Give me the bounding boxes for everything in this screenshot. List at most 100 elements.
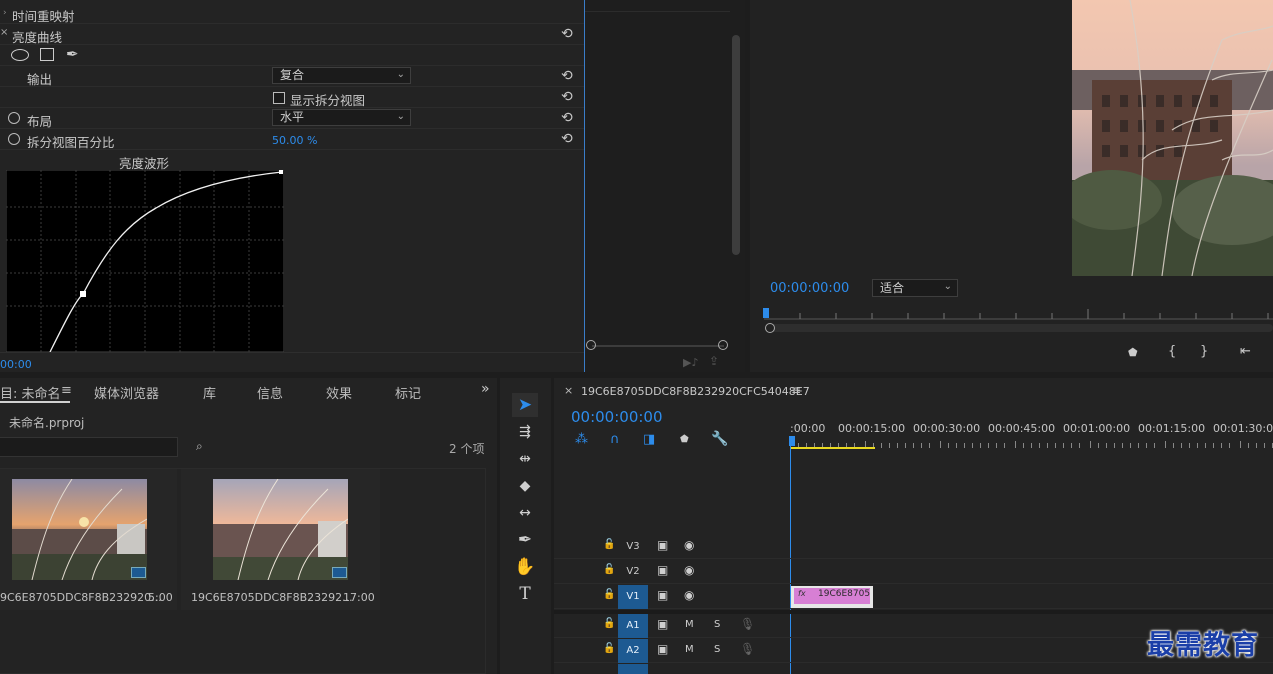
- ec-timeline-area[interactable]: ▶♪ ⇪: [584, 0, 745, 372]
- stopwatch-icon[interactable]: [8, 112, 20, 124]
- zoom-scrollbar[interactable]: [768, 324, 1273, 332]
- sequence-tab[interactable]: 19C6E8705DDC8F8B232920CFC54048E7: [581, 385, 810, 398]
- solo-button[interactable]: S: [714, 644, 720, 655]
- work-area-bar[interactable]: [790, 447, 875, 449]
- ec-scrollbar[interactable]: [730, 0, 742, 265]
- zoom-handle-right[interactable]: [718, 340, 728, 350]
- track-label[interactable]: A1: [618, 614, 648, 638]
- pen-tool-icon[interactable]: ✒: [512, 528, 538, 552]
- snap-icon[interactable]: ∩: [610, 432, 620, 447]
- sync-icon[interactable]: ▣: [657, 563, 668, 577]
- selection-tool-icon[interactable]: ➤: [512, 393, 538, 417]
- panel-menu-icon[interactable]: ≡: [61, 383, 72, 398]
- panels-overflow[interactable]: »: [481, 381, 490, 397]
- linked-selection-icon[interactable]: ◨: [643, 432, 655, 447]
- program-ruler[interactable]: [764, 308, 1273, 320]
- tab-media-browser[interactable]: 媒体浏览器: [94, 383, 159, 402]
- microphone-icon[interactable]: 🎙: [740, 642, 755, 656]
- track-select-tool-icon[interactable]: ⇶: [512, 420, 538, 444]
- lock-icon[interactable]: 🔓: [603, 618, 615, 629]
- lock-icon[interactable]: 🔓: [603, 564, 615, 575]
- track-label[interactable]: V2: [618, 560, 648, 584]
- go-to-in-icon[interactable]: ⇤: [1240, 344, 1251, 359]
- media-item[interactable]: 9C6E8705DDC8F8B232920... 5:00: [0, 469, 177, 610]
- mute-button[interactable]: M: [685, 644, 694, 655]
- clip-body: fx 19C6E8705: [794, 588, 870, 604]
- sync-icon[interactable]: ▣: [657, 538, 668, 552]
- mark-out-icon[interactable]: }: [1200, 344, 1208, 359]
- solo-button[interactable]: S: [714, 619, 720, 630]
- track-a3-partial[interactable]: [618, 664, 648, 674]
- track-v2: 🔓 V2 ▣ ◉: [554, 560, 1273, 584]
- ec-timecode[interactable]: 00:00: [0, 358, 32, 371]
- export-icon[interactable]: ⇪: [709, 354, 719, 368]
- pen-mask-icon[interactable]: ✒: [66, 45, 79, 63]
- mark-in-icon[interactable]: {: [1168, 344, 1176, 359]
- luma-curve-row[interactable]: × 亮度曲线 ⟲: [0, 24, 584, 45]
- track-label[interactable]: A2: [618, 639, 648, 663]
- close-icon[interactable]: ×: [564, 384, 573, 397]
- lock-icon[interactable]: 🔓: [603, 539, 615, 550]
- type-tool-icon[interactable]: T: [512, 582, 538, 606]
- panel-menu-icon[interactable]: ≡: [791, 383, 801, 397]
- mute-button[interactable]: M: [685, 619, 694, 630]
- wrench-icon[interactable]: 🔧: [711, 431, 728, 447]
- add-marker-icon[interactable]: ⬟: [680, 434, 689, 445]
- eye-icon[interactable]: ◉: [684, 563, 694, 577]
- add-marker-icon[interactable]: ⬟: [1128, 346, 1138, 359]
- time-remap-row[interactable]: › 时间重映射: [0, 3, 584, 24]
- play-audio-icon[interactable]: ▶♪: [683, 356, 698, 369]
- razor-tool-icon[interactable]: ◆: [512, 474, 538, 498]
- hand-tool-icon[interactable]: ✋: [512, 555, 538, 579]
- zoom-handle-left[interactable]: [586, 340, 596, 350]
- search-input[interactable]: [0, 437, 178, 457]
- zoom-handle[interactable]: [765, 323, 775, 333]
- scroll-thumb[interactable]: [732, 35, 740, 255]
- lock-icon[interactable]: 🔓: [603, 589, 615, 600]
- expand-arrow-icon[interactable]: ›: [3, 8, 7, 18]
- rectangle-mask-icon[interactable]: [40, 48, 54, 61]
- curve-point[interactable]: [80, 291, 86, 297]
- media-item[interactable]: 19C6E8705DDC8F8B23292... 17:00: [181, 469, 380, 610]
- sync-icon[interactable]: ▣: [657, 617, 668, 631]
- reset-icon[interactable]: ⟲: [561, 110, 573, 126]
- track-label[interactable]: V3: [618, 535, 648, 559]
- slip-tool-icon[interactable]: ↔: [512, 501, 538, 525]
- reset-icon[interactable]: ⟲: [561, 26, 573, 42]
- reset-icon[interactable]: ⟲: [561, 131, 573, 147]
- tab-libraries[interactable]: 库: [203, 383, 216, 402]
- tab-markers[interactable]: 标记: [395, 383, 421, 402]
- split-percent-value[interactable]: 50.00 %: [272, 134, 317, 147]
- eye-icon[interactable]: ◉: [684, 588, 694, 602]
- tab-info[interactable]: 信息: [257, 383, 283, 402]
- playhead-marker[interactable]: [789, 436, 795, 446]
- lock-icon[interactable]: 🔓: [603, 643, 615, 654]
- ec-zoom-bar[interactable]: [592, 345, 724, 347]
- playhead-marker[interactable]: [763, 308, 769, 318]
- show-split-checkbox[interactable]: [273, 92, 285, 104]
- video-clip[interactable]: fx 19C6E8705: [791, 586, 873, 608]
- tab-project[interactable]: 目: 未命名: [0, 383, 61, 402]
- fit-dropdown[interactable]: 适合 ⌄: [872, 279, 958, 297]
- timeline-timecode[interactable]: 00:00:00:00: [571, 408, 663, 426]
- microphone-icon[interactable]: 🎙: [740, 617, 755, 631]
- reset-icon[interactable]: ⟲: [561, 68, 573, 84]
- show-split-label: 显示拆分视图: [290, 93, 366, 108]
- ripple-edit-tool-icon[interactable]: ⇹: [512, 447, 538, 471]
- stopwatch-icon[interactable]: [8, 133, 20, 145]
- split-percent-label: 拆分视图百分比: [27, 135, 115, 150]
- ellipse-mask-icon[interactable]: [11, 49, 29, 61]
- tab-effects[interactable]: 效果: [326, 383, 352, 402]
- eye-icon[interactable]: ◉: [684, 538, 694, 552]
- curve-point[interactable]: [279, 170, 283, 174]
- output-dropdown[interactable]: 复合 ⌄: [272, 67, 411, 84]
- sync-icon[interactable]: ▣: [657, 588, 668, 602]
- luma-curve-graph[interactable]: [6, 170, 284, 352]
- program-timecode[interactable]: 00:00:00:00: [770, 281, 849, 296]
- reset-icon[interactable]: ⟲: [561, 89, 573, 105]
- nest-icon[interactable]: ⁂: [575, 432, 588, 447]
- layout-dropdown[interactable]: 水平 ⌄: [272, 109, 411, 126]
- new-bin-icon[interactable]: ⌕: [196, 439, 203, 454]
- track-label[interactable]: V1: [618, 585, 648, 609]
- sync-icon[interactable]: ▣: [657, 642, 668, 656]
